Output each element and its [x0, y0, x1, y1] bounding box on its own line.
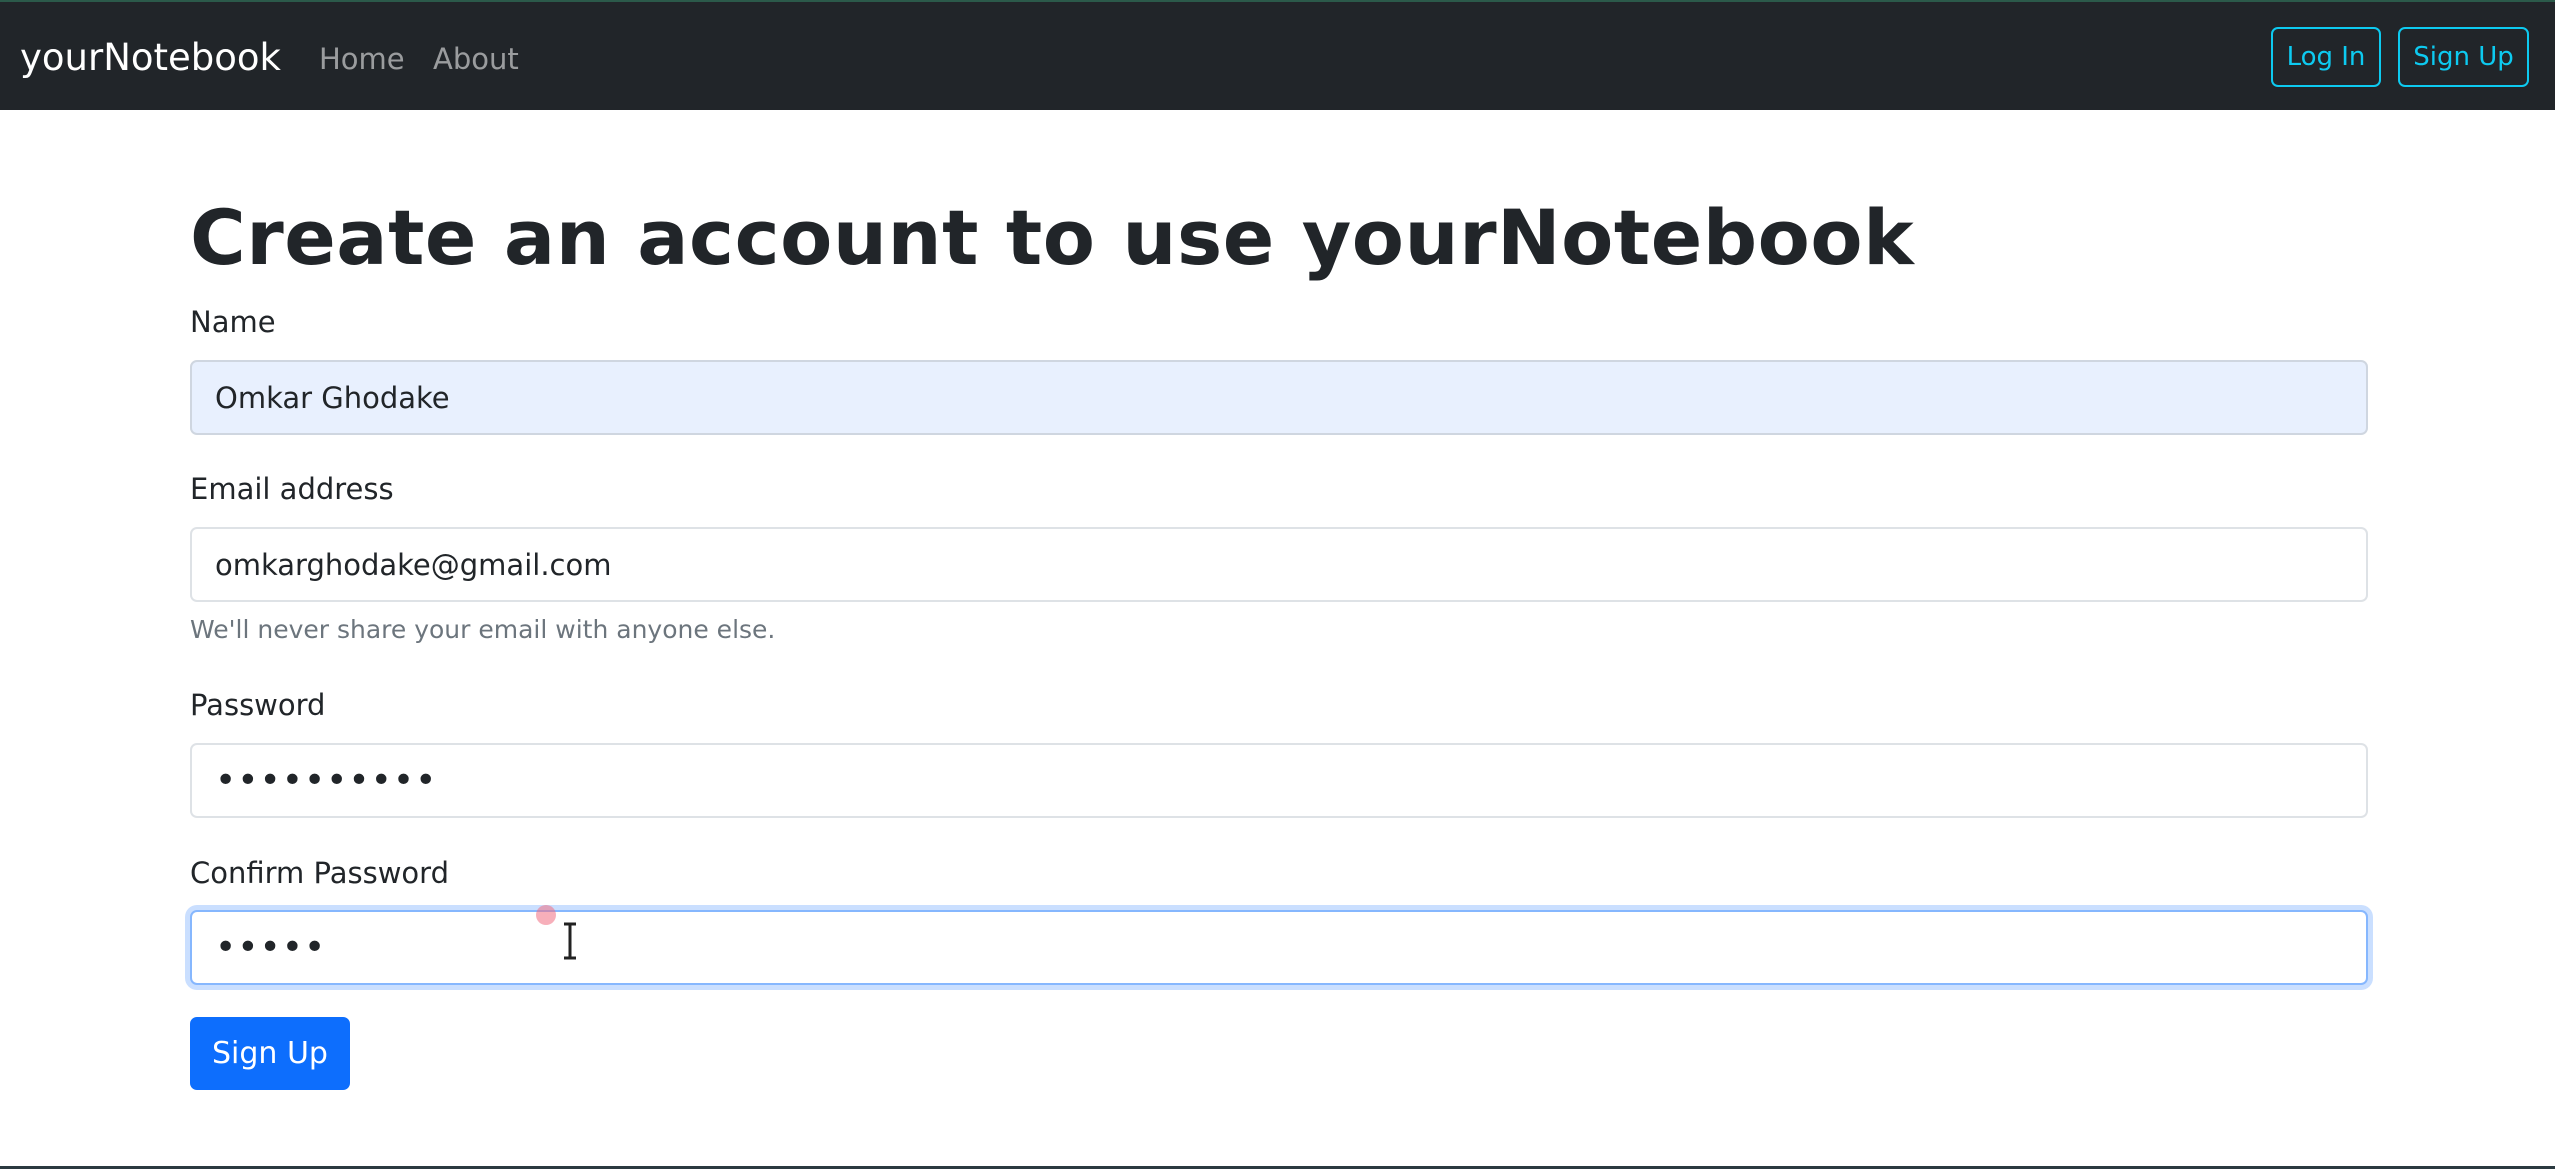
name-input[interactable] [190, 360, 2368, 435]
password-input[interactable] [190, 743, 2368, 818]
text-cursor-icon [564, 922, 576, 960]
signup-submit-button[interactable]: Sign Up [190, 1017, 350, 1090]
confirm-password-label: Confirm Password [190, 856, 449, 890]
brand-link[interactable]: yourNotebook [20, 32, 281, 84]
nav-link-about[interactable]: About [433, 40, 519, 78]
name-label: Name [190, 305, 276, 339]
email-label: Email address [190, 472, 394, 506]
confirm-password-input[interactable] [190, 910, 2368, 985]
password-label: Password [190, 688, 326, 722]
click-indicator [536, 905, 556, 925]
nav-link-home[interactable]: Home [319, 40, 405, 78]
email-help-text: We'll never share your email with anyone… [190, 615, 776, 644]
login-button[interactable]: Log In [2271, 27, 2381, 87]
email-input[interactable] [190, 527, 2368, 602]
page-title: Create an account to use yourNotebook [190, 193, 1915, 282]
nav-signup-button[interactable]: Sign Up [2398, 27, 2529, 87]
top-navbar: yourNotebook Home About Log In Sign Up [0, 0, 2555, 110]
